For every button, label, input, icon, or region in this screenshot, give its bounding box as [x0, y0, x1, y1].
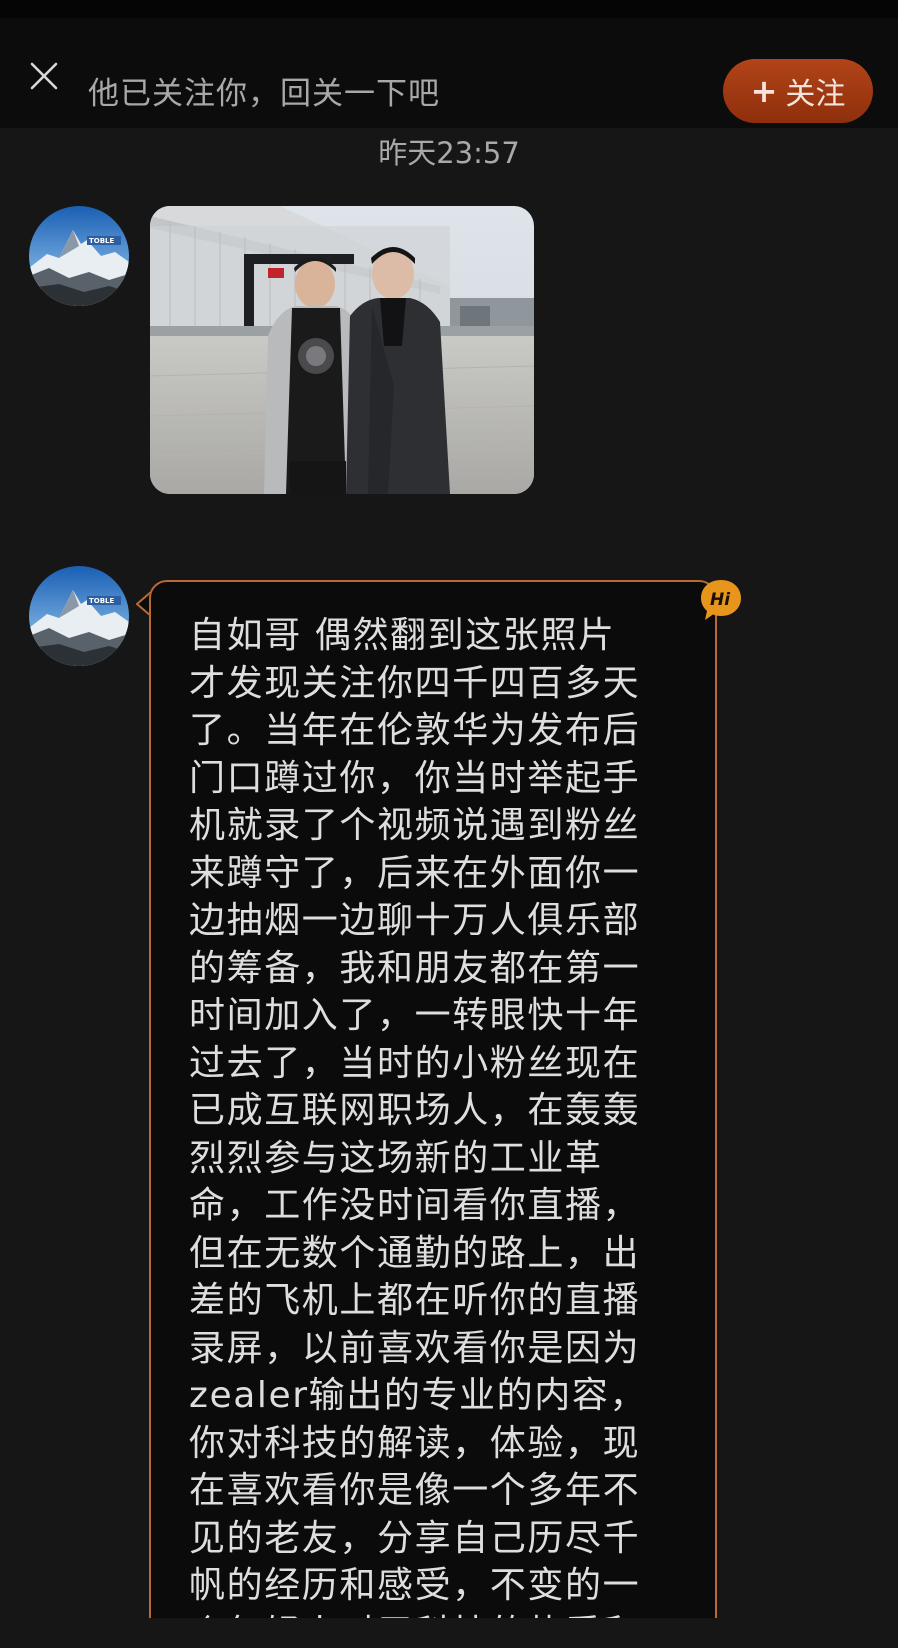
svg-text:TOBLE: TOBLE [89, 237, 115, 245]
photo-image [150, 206, 534, 494]
message-text: 自如哥 偶然翻到这张照片 才发现关注你四千四百多天 了。当年在伦敦华为发布后 门… [189, 615, 648, 1648]
close-icon [30, 62, 58, 90]
avatar[interactable]: TOBLE [29, 206, 129, 306]
follow-button[interactable]: + 关注 [723, 59, 873, 123]
hi-badge: Hi [697, 576, 745, 624]
status-bar [0, 0, 898, 18]
hi-badge-label: Hi [710, 590, 731, 610]
chat-screen: 他已关注你，回关一下吧 + 关注 昨天23:57 TOBLE TOBLE 自如哥… [0, 0, 898, 1648]
hi-speech-bubble-icon: Hi [701, 580, 741, 620]
plus-icon: + [750, 72, 778, 110]
text-message-bubble[interactable]: 自如哥 偶然翻到这张照片 才发现关注你四千四百多天 了。当年在伦敦华为发布后 门… [149, 580, 717, 1648]
svg-text:TOBLE: TOBLE [89, 597, 115, 605]
bottom-edge [0, 1618, 898, 1648]
follow-back-prompt: 他已关注你，回关一下吧 [88, 76, 440, 112]
message-timestamp: 昨天23:57 [378, 136, 520, 170]
mountain-avatar-icon: TOBLE [29, 206, 129, 306]
follow-back-banner: 他已关注你，回关一下吧 + 关注 [0, 18, 898, 128]
mountain-avatar-icon: TOBLE [29, 566, 129, 666]
avatar[interactable]: TOBLE [29, 566, 129, 666]
close-button[interactable] [24, 56, 64, 96]
photo-message[interactable] [150, 206, 534, 494]
follow-button-label: 关注 [785, 77, 846, 112]
